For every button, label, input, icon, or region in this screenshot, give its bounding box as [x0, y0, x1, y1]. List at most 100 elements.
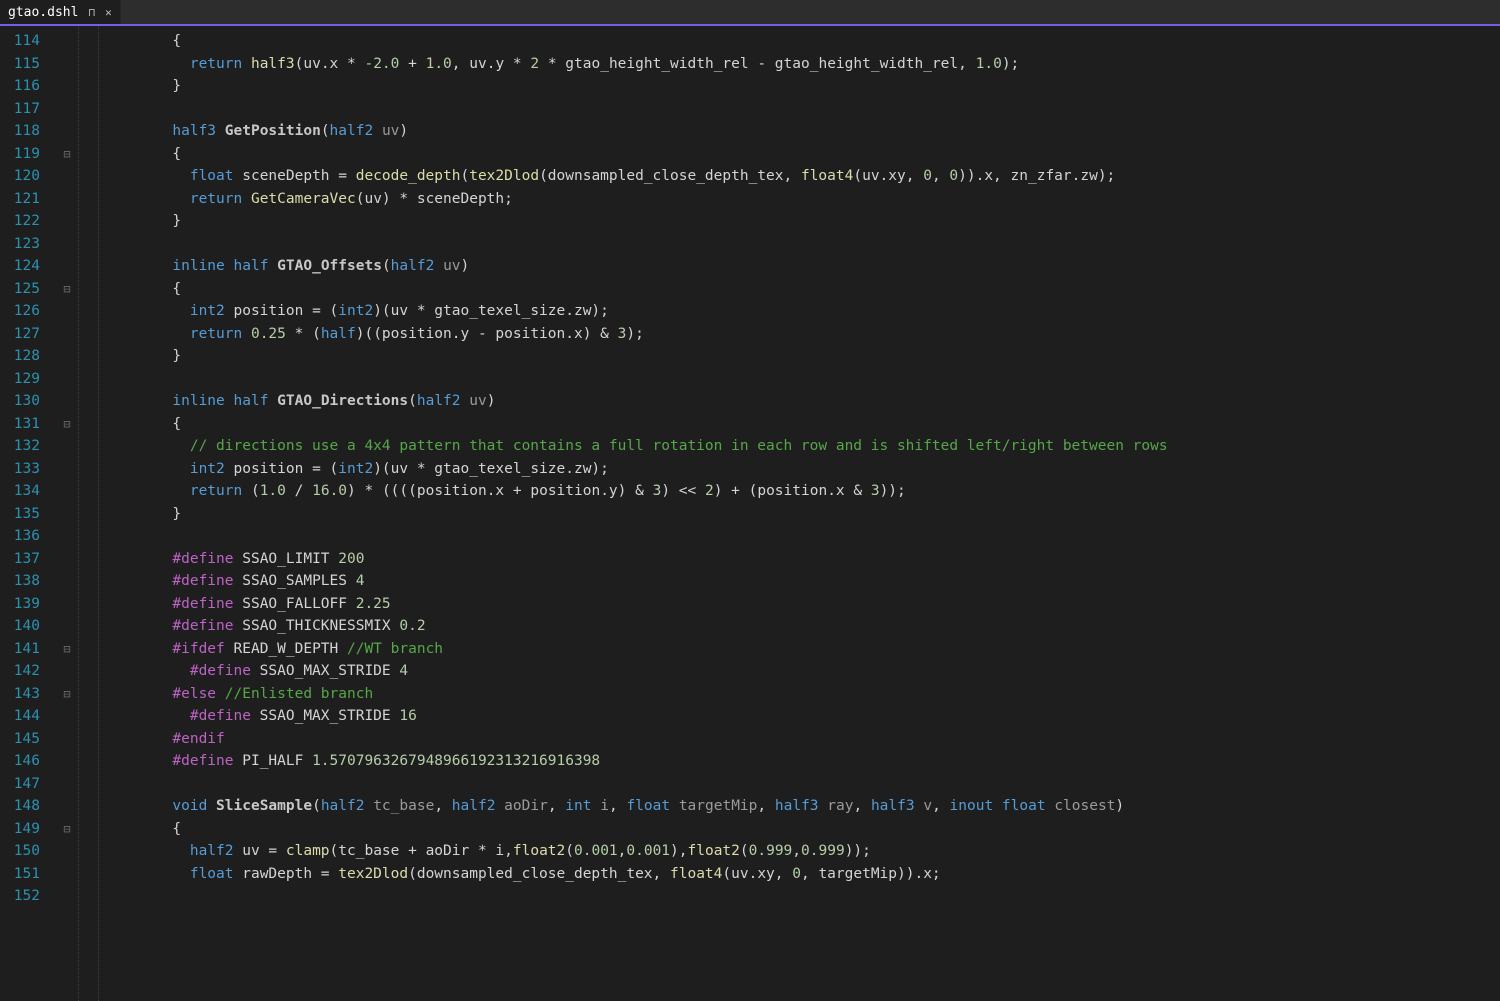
code-editor[interactable]: 1141151161171181191201211221231241251261…: [0, 26, 1500, 1001]
code-line[interactable]: inline half GTAO_Directions(half2 uv): [120, 390, 1168, 413]
fold-marker: [58, 750, 76, 773]
line-number: 152: [10, 885, 40, 908]
code-line[interactable]: {: [120, 278, 1168, 301]
fold-marker[interactable]: ⊟: [58, 413, 76, 436]
code-line[interactable]: }: [120, 503, 1168, 526]
line-number: 149: [10, 818, 40, 841]
line-number: 129: [10, 368, 40, 391]
fold-marker: [58, 390, 76, 413]
code-line[interactable]: #define SSAO_THICKNESSMIX 0.2: [120, 615, 1168, 638]
line-number: 122: [10, 210, 40, 233]
line-number: 145: [10, 728, 40, 751]
line-number: 126: [10, 300, 40, 323]
code-line[interactable]: #else //Enlisted branch: [120, 683, 1168, 706]
fold-marker: [58, 345, 76, 368]
code-line[interactable]: [120, 525, 1168, 548]
code-line[interactable]: #endif: [120, 728, 1168, 751]
line-number: 131: [10, 413, 40, 436]
code-line[interactable]: half3 GetPosition(half2 uv): [120, 120, 1168, 143]
line-number: 151: [10, 863, 40, 886]
close-icon[interactable]: ✕: [105, 6, 112, 19]
line-number: 138: [10, 570, 40, 593]
code-line[interactable]: #define SSAO_MAX_STRIDE 4: [120, 660, 1168, 683]
code-line[interactable]: [120, 368, 1168, 391]
code-line[interactable]: inline half GTAO_Offsets(half2 uv): [120, 255, 1168, 278]
code-area[interactable]: { return half3(uv.x * -2.0 + 1.0, uv.y *…: [118, 26, 1168, 1001]
code-line[interactable]: {: [120, 30, 1168, 53]
fold-marker[interactable]: ⊟: [58, 818, 76, 841]
code-line[interactable]: {: [120, 818, 1168, 841]
code-line[interactable]: {: [120, 413, 1168, 436]
line-number: 128: [10, 345, 40, 368]
code-line[interactable]: // directions use a 4x4 pattern that con…: [120, 435, 1168, 458]
code-line[interactable]: int2 position = (int2)(uv * gtao_texel_s…: [120, 458, 1168, 481]
fold-marker: [58, 255, 76, 278]
fold-marker: [58, 593, 76, 616]
line-number: 130: [10, 390, 40, 413]
code-line[interactable]: [120, 233, 1168, 256]
fold-marker: [58, 548, 76, 571]
code-line[interactable]: float rawDepth = tex2Dlod(downsampled_cl…: [120, 863, 1168, 886]
pin-icon[interactable]: ⊓: [88, 6, 95, 19]
line-number: 115: [10, 53, 40, 76]
fold-marker: [58, 435, 76, 458]
code-line[interactable]: void SliceSample(half2 tc_base, half2 ao…: [120, 795, 1168, 818]
fold-marker[interactable]: ⊟: [58, 683, 76, 706]
line-number: 132: [10, 435, 40, 458]
line-number: 119: [10, 143, 40, 166]
fold-marker[interactable]: ⊟: [58, 278, 76, 301]
fold-gutter: ⊟ ⊟ ⊟ ⊟ ⊟ ⊟: [58, 26, 76, 1001]
code-line[interactable]: return half3(uv.x * -2.0 + 1.0, uv.y * 2…: [120, 53, 1168, 76]
line-number: 150: [10, 840, 40, 863]
fold-marker: [58, 615, 76, 638]
code-line[interactable]: half2 uv = clamp(tc_base + aoDir * i,flo…: [120, 840, 1168, 863]
code-line[interactable]: #define SSAO_FALLOFF 2.25: [120, 593, 1168, 616]
fold-marker: [58, 570, 76, 593]
line-number: 133: [10, 458, 40, 481]
line-number: 148: [10, 795, 40, 818]
line-number: 139: [10, 593, 40, 616]
line-number: 117: [10, 98, 40, 121]
code-line[interactable]: float sceneDepth = decode_depth(tex2Dlod…: [120, 165, 1168, 188]
fold-marker[interactable]: ⊟: [58, 143, 76, 166]
fold-marker: [58, 863, 76, 886]
code-line[interactable]: }: [120, 75, 1168, 98]
code-line[interactable]: [120, 885, 1168, 908]
code-line[interactable]: [120, 98, 1168, 121]
fold-marker: [58, 98, 76, 121]
code-line[interactable]: #define SSAO_LIMIT 200: [120, 548, 1168, 571]
fold-marker: [58, 705, 76, 728]
file-tab[interactable]: gtao.dshl ⊓ ✕: [0, 0, 121, 24]
fold-marker: [58, 728, 76, 751]
fold-marker: [58, 885, 76, 908]
line-number: 120: [10, 165, 40, 188]
fold-marker: [58, 75, 76, 98]
code-line[interactable]: return (1.0 / 16.0) * ((((position.x + p…: [120, 480, 1168, 503]
line-number: 125: [10, 278, 40, 301]
line-number: 121: [10, 188, 40, 211]
line-number: 135: [10, 503, 40, 526]
fold-marker[interactable]: ⊟: [58, 638, 76, 661]
code-line[interactable]: #ifdef READ_W_DEPTH //WT branch: [120, 638, 1168, 661]
code-line[interactable]: return GetCameraVec(uv) * sceneDepth;: [120, 188, 1168, 211]
line-number: 143: [10, 683, 40, 706]
code-line[interactable]: {: [120, 143, 1168, 166]
fold-marker: [58, 210, 76, 233]
line-number: 136: [10, 525, 40, 548]
fold-marker: [58, 30, 76, 53]
code-line[interactable]: }: [120, 345, 1168, 368]
code-line[interactable]: [120, 773, 1168, 796]
line-number: 146: [10, 750, 40, 773]
code-line[interactable]: }: [120, 210, 1168, 233]
line-number: 127: [10, 323, 40, 346]
code-line[interactable]: return 0.25 * (half)((position.y - posit…: [120, 323, 1168, 346]
line-number: 142: [10, 660, 40, 683]
code-line[interactable]: #define PI_HALF 1.5707963267948966192313…: [120, 750, 1168, 773]
code-line[interactable]: #define SSAO_SAMPLES 4: [120, 570, 1168, 593]
code-line[interactable]: int2 position = (int2)(uv * gtao_texel_s…: [120, 300, 1168, 323]
line-number: 114: [10, 30, 40, 53]
code-line[interactable]: #define SSAO_MAX_STRIDE 16: [120, 705, 1168, 728]
tab-bar: gtao.dshl ⊓ ✕: [0, 0, 1500, 26]
line-number: 137: [10, 548, 40, 571]
fold-marker: [58, 368, 76, 391]
